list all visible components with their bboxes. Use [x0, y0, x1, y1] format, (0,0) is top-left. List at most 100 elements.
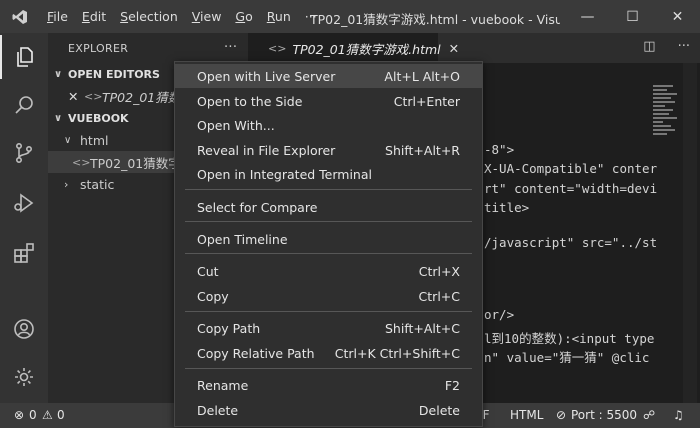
- menu-item-shortcut: Delete: [418, 402, 460, 418]
- menu-item-shortcut: Ctrl+K Ctrl+Shift+C: [334, 345, 460, 361]
- menu-item-copy-relative-path[interactable]: Copy Relative Path Ctrl+K Ctrl+Shift+C: [175, 341, 482, 365]
- menu-item-label: Open to the Side: [197, 93, 303, 109]
- menu-item-label: Select for Compare: [197, 199, 318, 215]
- html-file-icon: <>: [268, 41, 287, 55]
- menu-item-label: Open with Live Server: [197, 68, 336, 84]
- menu-file[interactable]: File: [40, 9, 75, 24]
- menu-item-label: Open Timeline: [197, 231, 288, 247]
- menu-edit-rest: dit: [89, 9, 107, 24]
- menu-item-reveal-explorer[interactable]: Reveal in File Explorer Shift+Alt+R: [175, 138, 482, 162]
- close-icon[interactable]: ✕: [68, 89, 84, 104]
- language-mode[interactable]: HTML: [510, 408, 543, 422]
- menu-item-shortcut: Alt+L Alt+O: [384, 68, 460, 84]
- vscode-logo-icon: [0, 0, 40, 33]
- menu-item-label: Cut: [197, 263, 219, 279]
- window-title: TP02_01猜数字游戏.html - vuebook - Visu...: [310, 12, 560, 27]
- extensions-icon[interactable]: [0, 231, 48, 275]
- live-server-port[interactable]: Port : 5500: [571, 408, 637, 422]
- run-debug-icon[interactable]: [0, 181, 48, 225]
- html-file-icon: <>: [72, 155, 91, 169]
- notifications-bell-icon[interactable]: ♫: [673, 408, 684, 422]
- tab-html-file[interactable]: <> TP02_01猜数字游戏.html ✕: [248, 33, 459, 63]
- folder-static-label: static: [80, 176, 115, 192]
- menu-file-rest: ile: [53, 9, 68, 24]
- chevron-down-icon: ∨: [64, 134, 72, 146]
- vertical-scrollbar[interactable]: [683, 63, 697, 403]
- minimap[interactable]: [653, 85, 679, 141]
- menu-separator: [185, 311, 472, 312]
- context-menu: Open with Live Server Alt+L Alt+O Open t…: [174, 61, 483, 427]
- menu-go[interactable]: Go: [228, 9, 259, 24]
- menu-bar: File Edit Selection View Go Run ···: [40, 9, 324, 24]
- account-icon[interactable]: [0, 307, 48, 351]
- code-line: l到10的整数):<input type: [484, 331, 655, 346]
- menu-run[interactable]: Run: [260, 9, 298, 24]
- menu-item-select-compare[interactable]: Select for Compare: [175, 195, 482, 219]
- menu-go-rest: o: [245, 9, 253, 24]
- menu-item-label: Open in Integrated Terminal: [197, 166, 372, 182]
- menu-view-rest: iew: [200, 9, 222, 24]
- title-bar: File Edit Selection View Go Run ··· TP02…: [0, 0, 700, 33]
- menu-item-label: Copy Relative Path: [197, 345, 315, 361]
- menu-item-open-with[interactable]: Open With...: [175, 113, 482, 137]
- explorer-more-button[interactable]: ···: [224, 40, 237, 55]
- explorer-icon[interactable]: [0, 35, 48, 79]
- tree-file-label: TP02_01猜数字: [90, 155, 181, 171]
- vuebook-label: VUEBOOK: [68, 111, 129, 125]
- menu-separator: [185, 189, 472, 190]
- menu-item-label: Copy Path: [197, 320, 261, 336]
- menu-item-shortcut: Ctrl+Enter: [393, 93, 460, 109]
- editor-more-button[interactable]: ···: [678, 39, 690, 54]
- menu-selection[interactable]: Selection: [113, 9, 185, 24]
- code-line: rt" content="width=devi: [484, 181, 658, 196]
- search-icon[interactable]: [0, 83, 48, 127]
- activity-bar: [0, 33, 48, 403]
- menu-item-delete[interactable]: Delete Delete: [175, 398, 482, 422]
- menu-item-copy[interactable]: Copy Ctrl+C: [175, 284, 482, 308]
- warning-count[interactable]: 0: [57, 408, 65, 422]
- menu-item-open-terminal[interactable]: Open in Integrated Terminal: [175, 162, 482, 186]
- code-line: or/>: [484, 307, 515, 322]
- chevron-down-icon: ∨: [54, 112, 63, 124]
- menu-edit[interactable]: Edit: [75, 9, 113, 24]
- window-controls: — ☐ ✕: [565, 0, 700, 33]
- menu-item-shortcut: F2: [444, 377, 460, 393]
- menu-item-open-timeline[interactable]: Open Timeline: [175, 227, 482, 251]
- menu-separator: [185, 253, 472, 254]
- menu-item-rename[interactable]: Rename F2: [175, 373, 482, 397]
- code-line: -8">: [484, 142, 515, 157]
- menu-item-open-to-side[interactable]: Open to the Side Ctrl+Enter: [175, 89, 482, 113]
- folder-html-label: html: [80, 132, 109, 148]
- error-icon[interactable]: ⊗: [14, 408, 24, 422]
- menu-item-label: Delete: [197, 402, 239, 418]
- minimize-button[interactable]: —: [565, 0, 610, 33]
- chevron-right-icon: ›: [64, 177, 69, 191]
- editor-tab-bar: <> TP02_01猜数字游戏.html ✕ ◫ ···: [248, 33, 700, 63]
- menu-item-label: Reveal in File Explorer: [197, 142, 336, 158]
- feedback-icon[interactable]: ☍: [643, 408, 655, 422]
- open-editors-label: OPEN EDITORS: [68, 67, 160, 81]
- explorer-header: EXPLORER ···: [48, 33, 248, 63]
- editor-actions: ◫ ···: [643, 39, 690, 54]
- gear-icon[interactable]: [0, 355, 48, 399]
- live-server-port-icon: ⊘: [556, 408, 567, 422]
- close-window-button[interactable]: ✕: [655, 0, 700, 33]
- source-control-icon[interactable]: [0, 131, 48, 175]
- maximize-button[interactable]: ☐: [610, 0, 655, 33]
- menu-item-label: Open With...: [197, 117, 275, 133]
- menu-separator: [185, 368, 472, 369]
- chevron-down-icon: ∨: [54, 68, 63, 80]
- explorer-title: EXPLORER: [68, 41, 129, 55]
- menu-item-open-live-server[interactable]: Open with Live Server Alt+L Alt+O: [175, 64, 482, 88]
- menu-item-copy-path[interactable]: Copy Path Shift+Alt+C: [175, 316, 482, 340]
- error-count[interactable]: 0: [29, 408, 37, 422]
- code-line: X-UA-Compatible" conter: [484, 161, 658, 176]
- menu-item-shortcut: Ctrl+C: [418, 288, 460, 304]
- tab-close-button[interactable]: ✕: [449, 41, 459, 56]
- menu-view[interactable]: View: [185, 9, 229, 24]
- menu-item-label: Rename: [197, 377, 249, 393]
- menu-item-cut[interactable]: Cut Ctrl+X: [175, 259, 482, 283]
- warning-icon[interactable]: ⚠: [42, 408, 53, 422]
- code-line: /javascript" src="../st: [484, 235, 658, 250]
- split-editor-icon[interactable]: ◫: [643, 39, 655, 54]
